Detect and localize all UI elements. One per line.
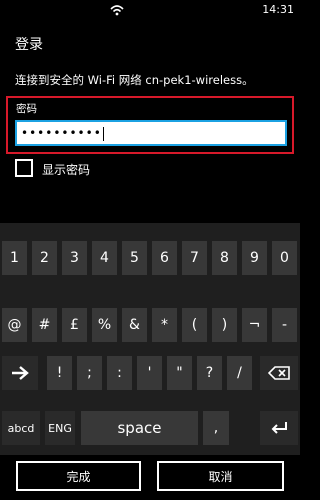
soft-keyboard: 1 2 3 4 5 6 7 8 9 0 @ # £ % & * ( ) ¬ - … <box>0 223 300 455</box>
page-title: 登录 <box>15 37 43 53</box>
text-caret <box>102 126 104 141</box>
shift-key[interactable] <box>2 356 38 390</box>
cancel-button[interactable]: 取消 <box>157 461 284 491</box>
backspace-icon <box>268 366 290 380</box>
key-symbol[interactable]: # <box>32 308 57 342</box>
show-password-checkbox[interactable] <box>15 159 33 177</box>
key-symbol[interactable]: ? <box>197 356 222 390</box>
done-button[interactable]: 完成 <box>16 461 141 491</box>
key-symbol[interactable]: & <box>122 308 147 342</box>
keyboard-row-bottom: abcd ENG space , <box>0 411 300 449</box>
key-symbol[interactable]: ; <box>77 356 102 390</box>
enter-icon <box>271 422 287 434</box>
status-time: 14:31 <box>262 3 294 16</box>
key-symbol[interactable]: ) <box>212 308 237 342</box>
key-symbol[interactable]: / <box>227 356 252 390</box>
key-symbol[interactable]: * <box>152 308 177 342</box>
show-password-label: 显示密码 <box>42 163 91 177</box>
password-input[interactable]: •••••••••• <box>15 120 287 146</box>
key-digit[interactable]: 1 <box>2 241 27 275</box>
key-symbol[interactable]: " <box>167 356 192 390</box>
key-digit[interactable]: 3 <box>62 241 87 275</box>
status-bar: 14:31 <box>0 0 300 22</box>
key-symbol[interactable]: ! <box>47 356 72 390</box>
keyboard-row-digits: 1 2 3 4 5 6 7 8 9 0 <box>0 241 300 279</box>
key-digit[interactable]: 7 <box>182 241 207 275</box>
language-key[interactable]: ENG <box>45 411 75 445</box>
key-symbol[interactable]: - <box>272 308 297 342</box>
key-symbol[interactable]: : <box>107 356 132 390</box>
key-symbol[interactable]: £ <box>62 308 87 342</box>
key-digit[interactable]: 0 <box>272 241 297 275</box>
key-symbol[interactable]: @ <box>2 308 27 342</box>
key-symbol[interactable]: ( <box>182 308 207 342</box>
key-digit[interactable]: 4 <box>92 241 117 275</box>
password-section: 密码 •••••••••• <box>6 96 294 154</box>
key-symbol[interactable]: % <box>92 308 117 342</box>
key-symbol[interactable]: ¬ <box>242 308 267 342</box>
arrow-right-icon <box>12 366 29 380</box>
wifi-icon <box>110 5 124 16</box>
enter-key[interactable] <box>260 411 298 445</box>
keyboard-row-symbols: @ # £ % & * ( ) ¬ - <box>0 308 300 346</box>
password-label: 密码 <box>16 103 37 115</box>
keyboard-row-punctuation: ! ; : ' " ? / <box>0 356 300 394</box>
key-digit[interactable]: 6 <box>152 241 177 275</box>
comma-key[interactable]: , <box>203 411 229 445</box>
backspace-key[interactable] <box>260 356 298 390</box>
key-digit[interactable]: 8 <box>212 241 237 275</box>
key-digit[interactable]: 2 <box>32 241 57 275</box>
key-symbol[interactable]: ' <box>137 356 162 390</box>
abcd-key[interactable]: abcd <box>2 411 40 445</box>
action-bar: 完成 取消 <box>0 455 300 500</box>
key-digit[interactable]: 5 <box>122 241 147 275</box>
space-key[interactable]: space <box>81 411 198 445</box>
password-value: •••••••••• <box>21 126 102 140</box>
network-description: 连接到安全的 Wi-Fi 网络 cn-pek1-wireless。 <box>15 73 254 87</box>
key-digit[interactable]: 9 <box>242 241 267 275</box>
